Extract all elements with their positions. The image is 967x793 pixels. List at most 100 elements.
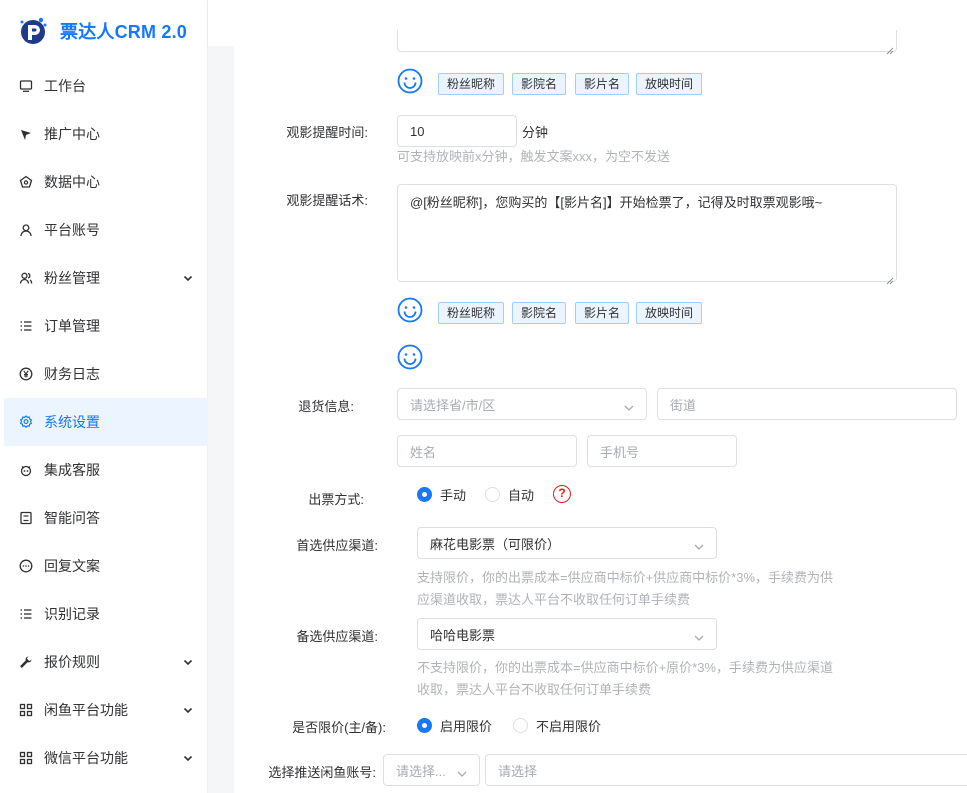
sidebar-item-promotion[interactable]: 推广中心	[0, 110, 208, 158]
chevron-down-icon	[182, 271, 194, 283]
list-icon	[18, 318, 34, 334]
primary-channel-hint-1: 支持限价，你的出票成本=供应商中标价+供应商中标价*3%，手续费为供	[417, 570, 834, 585]
reminder-time-label: 观影提醒时间:	[286, 125, 368, 140]
primary-channel-hint-2: 应渠道收取，票达人平台不收取任何订单手续费	[417, 592, 691, 607]
backup-channel-label: 备选供应渠道:	[296, 629, 378, 644]
chevron-down-icon	[182, 655, 194, 667]
xianyu-account-select[interactable]: 请选择...	[383, 754, 480, 786]
ticket-method-label: 出票方式:	[308, 492, 364, 507]
tag-movie-name[interactable]: 影片名	[575, 302, 630, 324]
price-limit-enable-radio[interactable]: 启用限价	[417, 716, 492, 735]
price-limit-disable-label: 不启用限价	[536, 719, 602, 734]
price-limit-disable-radio[interactable]: 不启用限价	[513, 716, 601, 735]
sidebar-item-finance[interactable]: 财务日志	[0, 350, 208, 398]
yen-icon	[18, 366, 34, 382]
street-input[interactable]: 街道	[657, 388, 957, 420]
primary-channel-label: 首选供应渠道:	[296, 538, 378, 553]
service-icon	[18, 462, 34, 478]
price-limit-enable-label: 启用限价	[440, 719, 493, 734]
sidebar-item-reply-text[interactable]: 回复文案	[0, 542, 208, 590]
ticket-method-manual-radio[interactable]: 手动	[417, 485, 466, 504]
reminder-text-textarea[interactable]: @[粉丝昵称]，您购买的【[影片名]】开始检票了，记得及时取票观影哦~	[397, 184, 897, 285]
backup-channel-hint-1: 不支持限价，你的出票成本=供应商中标价+原价*3%，手续费为供应渠道	[417, 660, 834, 675]
sidebar-item-settings[interactable]: 系统设置	[4, 398, 208, 446]
wrench-icon	[18, 654, 34, 670]
sidebar-item-pricing-rules[interactable]: 报价规则	[0, 638, 208, 686]
sidebar-item-label: 推广中心	[44, 126, 100, 142]
chevron-down-icon	[624, 400, 634, 411]
xianyu-account-input[interactable]: 请选择	[485, 754, 967, 786]
ticket-method-auto-label: 自动	[508, 488, 535, 503]
name-input[interactable]: 姓名	[397, 435, 577, 467]
app-logo[interactable]: 票达人CRM 2.0	[18, 14, 187, 48]
sidebar-item-fans[interactable]: 粉丝管理	[0, 254, 208, 302]
radio-checked-icon	[417, 718, 432, 733]
users-icon	[18, 270, 34, 286]
sidebar-item-wechat[interactable]: 微信平台功能	[0, 734, 208, 782]
tag-showtime[interactable]: 放映时间	[636, 73, 703, 95]
emoji-icon[interactable]	[397, 344, 423, 370]
ticket-method-auto-radio[interactable]: 自动	[485, 485, 534, 504]
price-limit-label: 是否限价(主/备):	[292, 720, 386, 735]
backup-channel-select[interactable]: 哈哈电影票	[417, 618, 717, 650]
sidebar-menu: 工作台 推广中心 数据中心 平台账号 粉丝管理 订单管理 财务日志 系统设置 集…	[0, 62, 208, 782]
sidebar-item-label: 回复文案	[44, 558, 100, 574]
sidebar-item-label: 粉丝管理	[44, 270, 100, 286]
sidebar-item-label: 财务日志	[44, 366, 100, 382]
tag-showtime[interactable]: 放映时间	[636, 302, 703, 324]
chat-icon	[18, 558, 34, 574]
region-select-placeholder: 请选择省/市/区	[410, 397, 496, 413]
xianyu-account-label: 选择推送闲鱼账号:	[268, 765, 376, 780]
grid-icon	[18, 702, 34, 718]
tag-fan-nickname[interactable]: 粉丝昵称	[438, 302, 505, 324]
name-input-placeholder: 姓名	[410, 444, 437, 460]
sidebar-item-recognition-log[interactable]: 识别记录	[0, 590, 208, 638]
chevron-down-icon	[694, 630, 704, 641]
radio-unchecked-icon	[485, 487, 500, 502]
monitor-icon	[18, 78, 34, 94]
sidebar-item-label: 集成客服	[44, 462, 100, 478]
reminder-time-hint: 可支持放映前x分钟，触发文案xxx，为空不发送	[397, 149, 671, 164]
primary-channel-select[interactable]: 麻花电影票（可限价）	[417, 527, 717, 559]
list-icon	[18, 606, 34, 622]
resize-handle-icon	[886, 41, 894, 55]
reminder-time-value: 10	[410, 123, 425, 139]
sidebar-item-orders[interactable]: 订单管理	[0, 302, 208, 350]
radio-unchecked-icon	[513, 718, 528, 733]
sidebar: 票达人CRM 2.0 工作台 推广中心 数据中心 平台账号 粉丝管理 订单管理	[0, 0, 208, 793]
resize-handle-icon	[886, 271, 894, 285]
sidebar-item-label: 报价规则	[44, 654, 100, 670]
chevron-down-icon	[694, 539, 704, 550]
sidebar-item-customer-service[interactable]: 集成客服	[0, 446, 208, 494]
sidebar-item-label: 微信平台功能	[44, 750, 128, 766]
sidebar-item-label: 闲鱼平台功能	[44, 702, 128, 718]
sidebar-item-xianyu[interactable]: 闲鱼平台功能	[0, 686, 208, 734]
tag-fan-nickname[interactable]: 粉丝昵称	[438, 73, 505, 95]
tag-movie-name[interactable]: 影片名	[575, 73, 630, 95]
phone-input[interactable]: 手机号	[587, 435, 737, 467]
sidebar-item-data[interactable]: 数据中心	[0, 158, 208, 206]
tag-cinema-name[interactable]: 影院名	[512, 73, 567, 95]
logo-icon	[18, 16, 48, 46]
emoji-icon[interactable]	[397, 297, 423, 323]
previous-textarea[interactable]	[397, 30, 897, 55]
sidebar-item-platform-account[interactable]: 平台账号	[0, 206, 208, 254]
sidebar-item-workbench[interactable]: 工作台	[0, 62, 208, 110]
sidebar-item-smart-qa[interactable]: 智能问答	[0, 494, 208, 542]
sidebar-item-label: 订单管理	[44, 318, 100, 334]
user-icon	[18, 222, 34, 238]
region-select[interactable]: 请选择省/市/区	[397, 388, 647, 420]
sidebar-item-label: 平台账号	[44, 222, 100, 238]
emoji-icon[interactable]	[397, 68, 423, 94]
sidebar-item-label: 识别记录	[44, 606, 100, 622]
xianyu-account-select-placeholder: 请选择...	[396, 763, 446, 779]
primary-channel-value: 麻花电影票（可限价）	[430, 536, 561, 552]
tag-cinema-name[interactable]: 影院名	[512, 302, 567, 324]
backup-channel-hint-2: 收取，票达人平台不收取任何订单手续费	[417, 682, 652, 697]
help-icon[interactable]: ?	[553, 485, 571, 503]
grid-icon	[18, 750, 34, 766]
reminder-time-input[interactable]: 10	[397, 115, 517, 147]
chevron-down-icon	[457, 766, 467, 777]
reminder-text-value: @[粉丝昵称]，您购买的【[影片名]】开始检票了，记得及时取票观影哦~	[410, 195, 823, 210]
sidebar-item-label: 数据中心	[44, 174, 100, 190]
